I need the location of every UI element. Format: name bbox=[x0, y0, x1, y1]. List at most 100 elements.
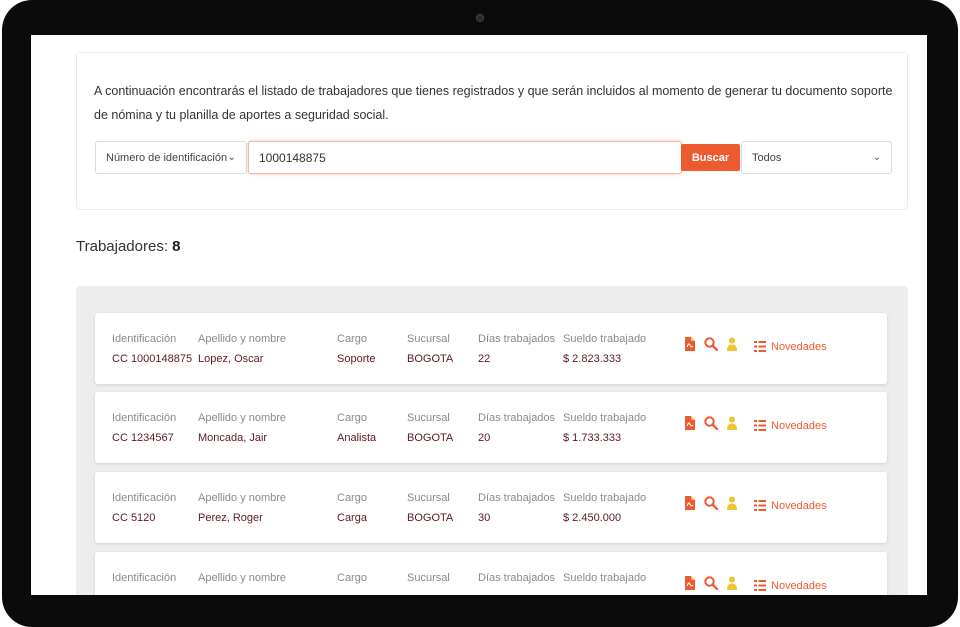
cell-sucursal: Sucursal BOGOTA bbox=[407, 492, 453, 524]
status-filter-value: Todos bbox=[752, 151, 782, 164]
label-sucursal: Sucursal bbox=[407, 333, 450, 345]
value-sueldo-trabajado: $ 2.450.000 bbox=[563, 512, 622, 524]
list-icon bbox=[754, 341, 766, 352]
value-dias-trabajados: 22 bbox=[478, 353, 491, 365]
value-apellido-nombre: Moncada, Jair bbox=[198, 432, 268, 444]
user-icon[interactable] bbox=[727, 337, 737, 356]
app-screen: A continuación encontrarás el listado de… bbox=[31, 35, 927, 595]
cell-identificacion: Identificación CC 1000148875 bbox=[112, 333, 192, 365]
worker-row: Identificación CC 1234567 Apellido y nom… bbox=[95, 392, 887, 463]
buscar-button[interactable]: Buscar bbox=[681, 144, 740, 171]
cell-apellido-nombre: Apellido y nombre Perez, Roger bbox=[198, 492, 286, 524]
label-cargo: Cargo bbox=[337, 572, 367, 584]
label-identificacion: Identificación bbox=[112, 572, 177, 584]
chevron-down-icon: ⌄ bbox=[227, 152, 236, 163]
cell-cargo: Cargo Carga bbox=[337, 492, 367, 524]
search-icon[interactable] bbox=[704, 576, 719, 595]
cell-cargo: Cargo bbox=[337, 572, 367, 592]
value-sucursal: BOGOTA bbox=[407, 512, 454, 524]
workers-count-value: 8 bbox=[172, 238, 181, 255]
workers-list: Identificación CC 1000148875 Apellido y … bbox=[76, 286, 908, 595]
user-icon[interactable] bbox=[727, 576, 737, 595]
status-filter-select[interactable]: Todos ⌄ bbox=[741, 141, 892, 174]
novedades-label: Novedades bbox=[771, 499, 827, 512]
label-cargo: Cargo bbox=[337, 412, 367, 424]
novedades-label: Novedades bbox=[771, 419, 827, 432]
cell-sucursal: Sucursal BOGOTA bbox=[407, 412, 453, 444]
value-sucursal: BOGOTA bbox=[407, 353, 454, 365]
workers-count-label: Trabajadores: bbox=[76, 238, 168, 255]
cell-apellido-nombre: Apellido y nombre bbox=[198, 572, 286, 592]
row-actions: Novedades bbox=[684, 416, 827, 435]
row-actions: Novedades bbox=[684, 337, 827, 356]
list-icon bbox=[754, 420, 766, 431]
cell-identificacion: Identificación CC 1234567 bbox=[112, 412, 176, 444]
pdf-document-icon[interactable] bbox=[684, 416, 695, 435]
list-icon bbox=[754, 500, 766, 511]
cell-apellido-nombre: Apellido y nombre Lopez, Oscar bbox=[198, 333, 286, 365]
cell-sueldo-trabajado: Sueldo trabajado $ 2.450.000 bbox=[563, 492, 646, 524]
user-icon[interactable] bbox=[727, 416, 737, 435]
novedades-link[interactable]: Novedades bbox=[754, 580, 827, 592]
camera-dot bbox=[476, 14, 484, 22]
cell-sueldo-trabajado: Sueldo trabajado $ 2.823.333 bbox=[563, 333, 646, 365]
label-dias-trabajados: Días trabajados bbox=[478, 492, 556, 504]
worker-row: Identificación Apellido y nombre Cargo S… bbox=[95, 552, 887, 595]
cell-dias-trabajados: Días trabajados bbox=[478, 572, 555, 592]
pdf-document-icon[interactable] bbox=[684, 496, 695, 515]
cell-cargo: Cargo Soporte bbox=[337, 333, 376, 365]
label-identificacion: Identificación bbox=[112, 492, 177, 504]
search-input[interactable] bbox=[248, 141, 682, 174]
cell-identificacion: Identificación CC 5120 bbox=[112, 492, 176, 524]
search-icon[interactable] bbox=[704, 496, 719, 515]
cell-apellido-nombre: Apellido y nombre Moncada, Jair bbox=[198, 412, 286, 444]
value-apellido-nombre: Lopez, Oscar bbox=[198, 353, 264, 365]
value-cargo: Carga bbox=[337, 512, 367, 524]
label-identificacion: Identificación bbox=[112, 412, 177, 424]
search-icon[interactable] bbox=[704, 337, 719, 356]
cell-cargo: Cargo Analista bbox=[337, 412, 376, 444]
pdf-document-icon[interactable] bbox=[684, 576, 695, 595]
label-sucursal: Sucursal bbox=[407, 492, 450, 504]
novedades-link[interactable]: Novedades bbox=[754, 500, 827, 512]
workers-count: Trabajadores: 8 bbox=[76, 238, 181, 255]
value-cargo: Analista bbox=[337, 432, 377, 444]
cell-dias-trabajados: Días trabajados 30 bbox=[478, 492, 555, 524]
novedades-label: Novedades bbox=[771, 579, 827, 592]
novedades-link[interactable]: Novedades bbox=[754, 341, 827, 353]
chevron-down-icon: ⌄ bbox=[872, 152, 881, 163]
search-field-select[interactable]: Número de identificación ⌄ bbox=[95, 141, 247, 174]
label-apellido-nombre: Apellido y nombre bbox=[198, 333, 287, 345]
cell-identificacion: Identificación bbox=[112, 572, 176, 592]
label-sueldo-trabajado: Sueldo trabajado bbox=[563, 492, 647, 504]
search-icon[interactable] bbox=[704, 416, 719, 435]
value-identificacion: CC 1234567 bbox=[112, 432, 174, 444]
row-actions: Novedades bbox=[684, 496, 827, 515]
label-sueldo-trabajado: Sueldo trabajado bbox=[563, 412, 647, 424]
label-sueldo-trabajado: Sueldo trabajado bbox=[563, 333, 647, 345]
list-icon bbox=[754, 580, 766, 591]
pdf-document-icon[interactable] bbox=[684, 337, 695, 356]
novedades-label: Novedades bbox=[771, 340, 827, 353]
label-sucursal: Sucursal bbox=[407, 572, 450, 584]
search-field-value: Número de identificación bbox=[106, 151, 228, 164]
value-identificacion: CC 1000148875 bbox=[112, 353, 193, 365]
label-dias-trabajados: Días trabajados bbox=[478, 412, 556, 424]
value-sueldo-trabajado: $ 1.733.333 bbox=[563, 432, 622, 444]
value-identificacion: CC 5120 bbox=[112, 512, 156, 524]
user-icon[interactable] bbox=[727, 496, 737, 515]
label-dias-trabajados: Días trabajados bbox=[478, 572, 556, 584]
label-cargo: Cargo bbox=[337, 333, 367, 345]
value-apellido-nombre: Perez, Roger bbox=[198, 512, 263, 524]
label-apellido-nombre: Apellido y nombre bbox=[198, 412, 287, 424]
cell-sucursal: Sucursal bbox=[407, 572, 450, 592]
label-sucursal: Sucursal bbox=[407, 412, 450, 424]
novedades-link[interactable]: Novedades bbox=[754, 420, 827, 432]
label-apellido-nombre: Apellido y nombre bbox=[198, 572, 287, 584]
label-dias-trabajados: Días trabajados bbox=[478, 333, 556, 345]
label-cargo: Cargo bbox=[337, 492, 367, 504]
label-apellido-nombre: Apellido y nombre bbox=[198, 492, 287, 504]
value-dias-trabajados: 20 bbox=[478, 432, 491, 444]
intro-text: A continuación encontrarás el listado de… bbox=[94, 84, 893, 122]
worker-row: Identificación CC 5120 Apellido y nombre… bbox=[95, 472, 887, 543]
